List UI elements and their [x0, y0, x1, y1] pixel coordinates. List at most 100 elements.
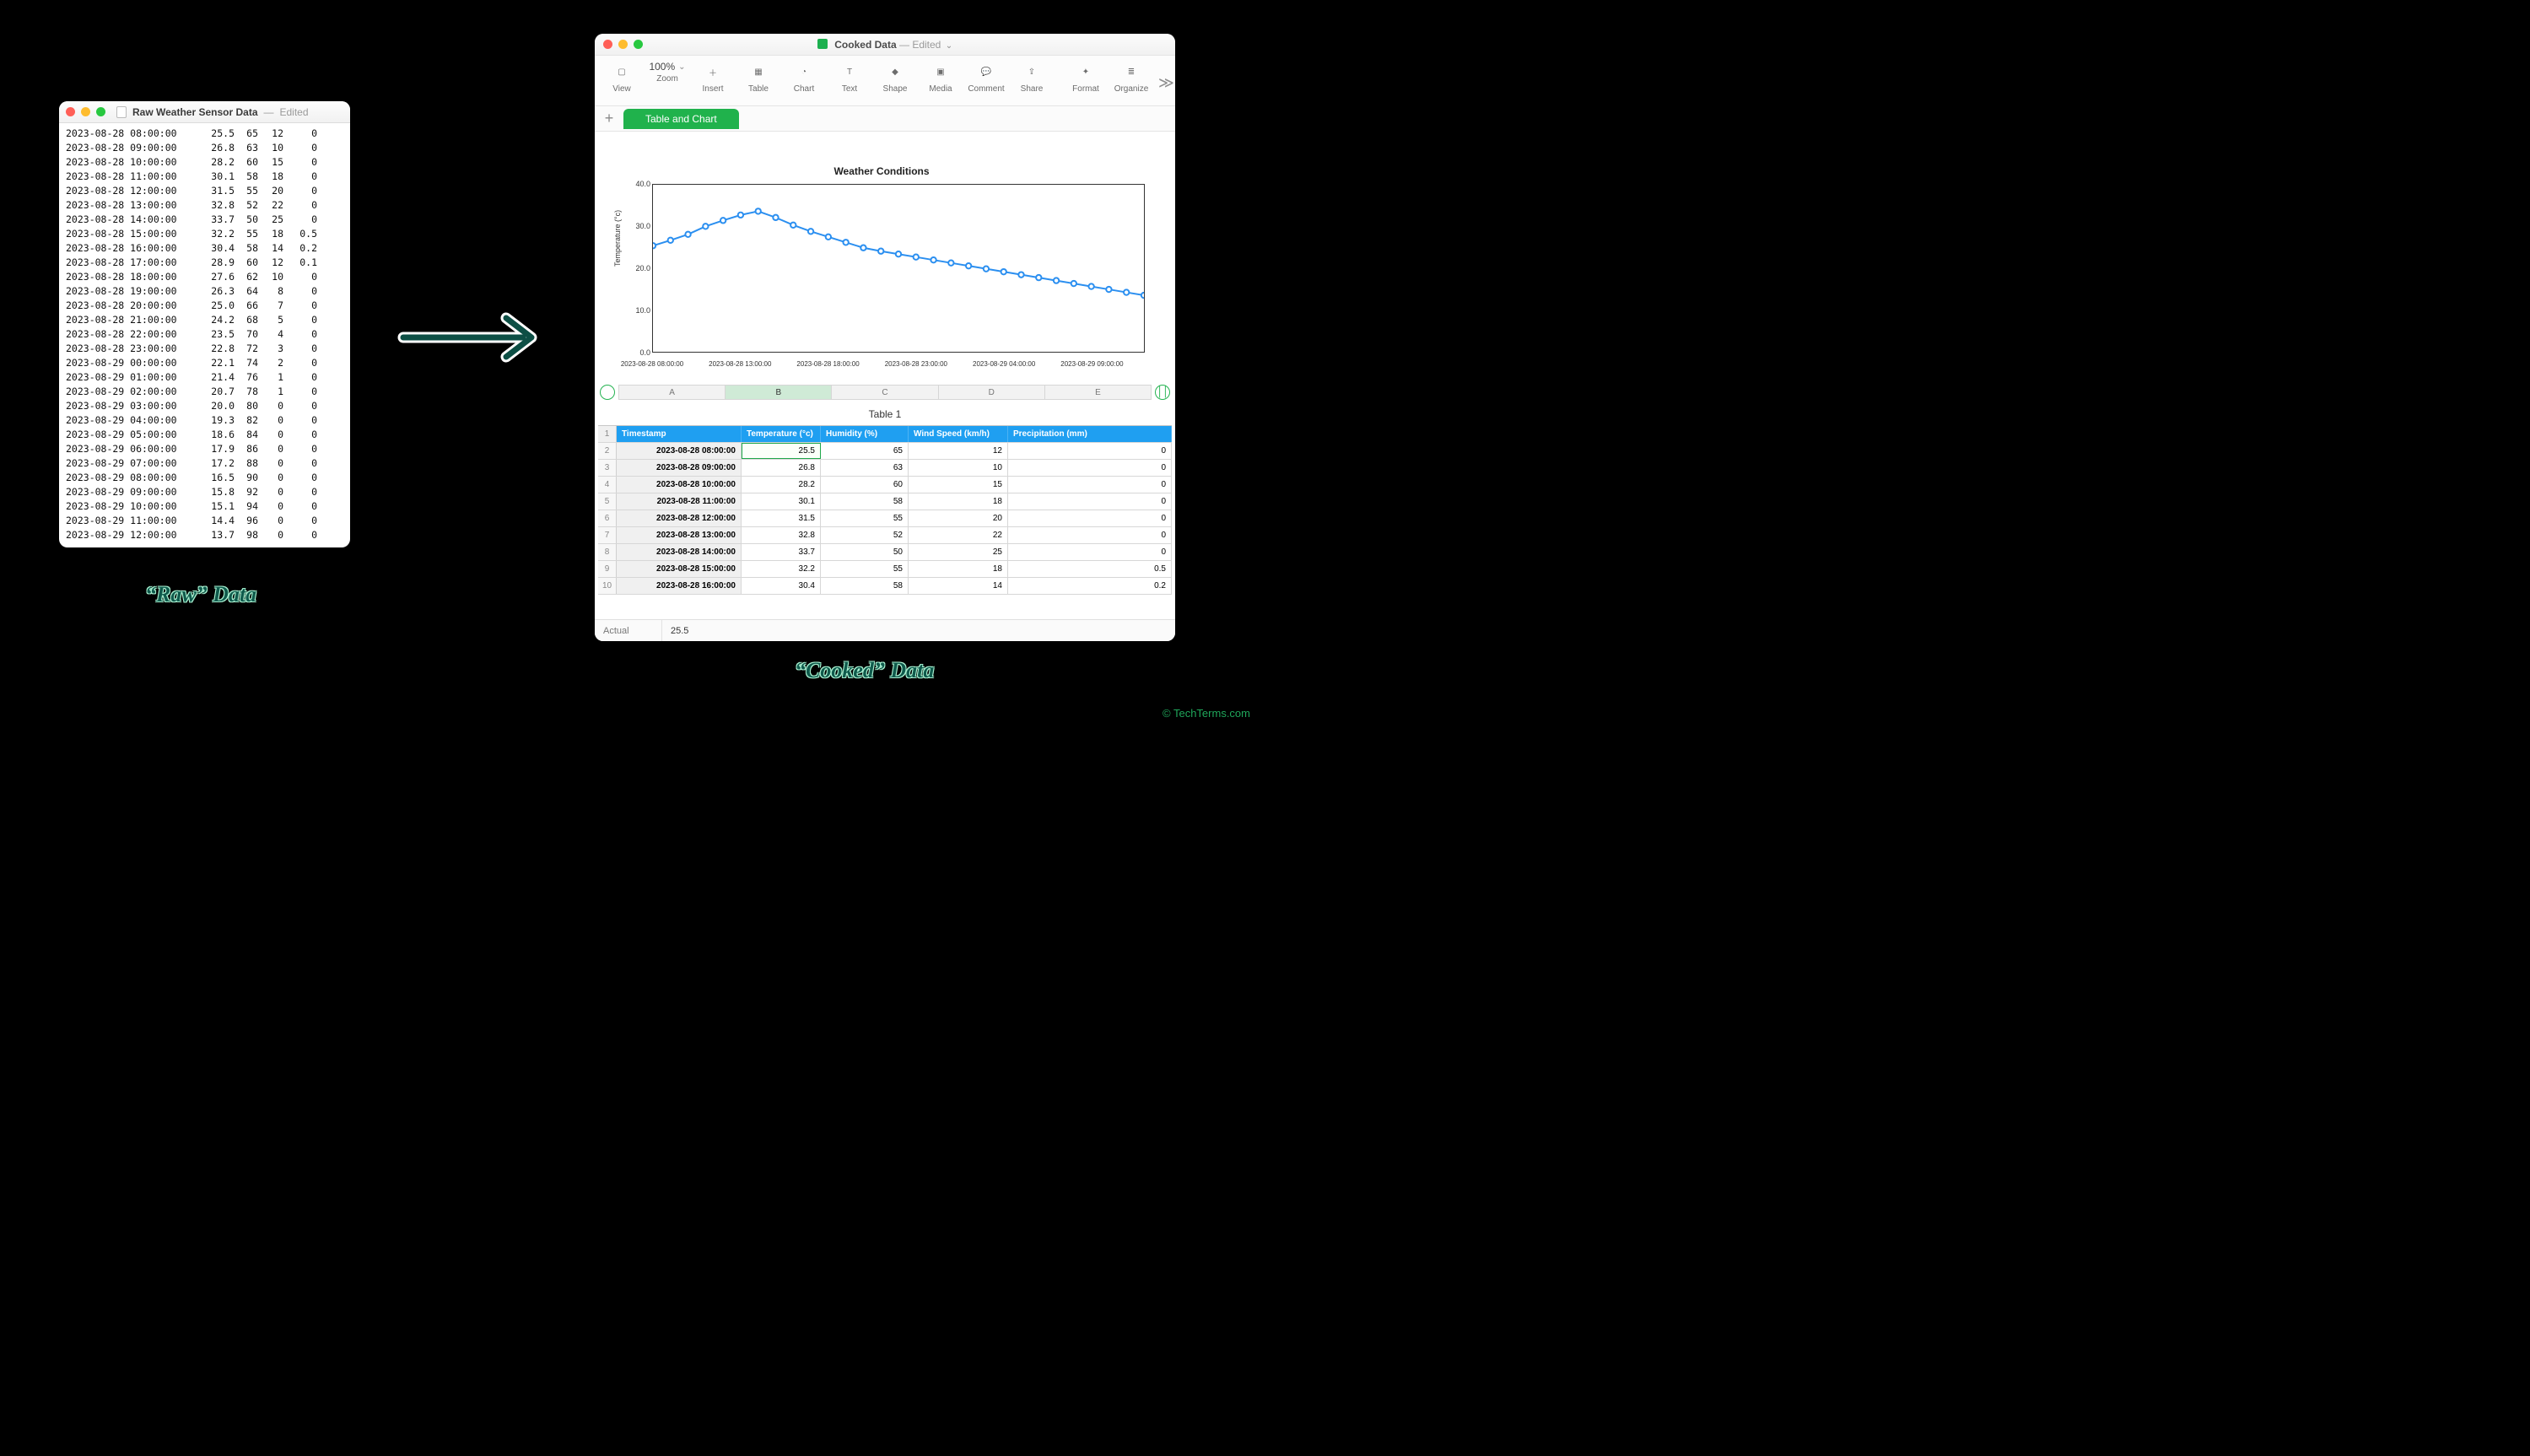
- raw-text-line: 2023-08-29 02:00:0020.77810: [66, 385, 343, 399]
- media-icon: ▣: [930, 61, 952, 83]
- chart-ytick: 0.0: [639, 348, 650, 357]
- raw-text-line: 2023-08-28 15:00:0032.255180.5: [66, 227, 343, 241]
- raw-text-line: 2023-08-28 09:00:0026.863100: [66, 141, 343, 155]
- share-icon: ⇪: [1021, 61, 1043, 83]
- spreadsheet[interactable]: ׀׀ ABCDE Table 1 1TimestampTemperature (…: [595, 385, 1175, 616]
- table-row[interactable]: 32023-08-28 09:00:0026.863100: [598, 460, 1172, 477]
- sheet-tab[interactable]: Table and Chart: [623, 109, 739, 129]
- table-row[interactable]: 102023-08-28 16:00:0030.458140.2: [598, 578, 1172, 595]
- raw-text-line: 2023-08-28 18:00:0027.662100: [66, 270, 343, 284]
- table-row[interactable]: 72023-08-28 13:00:0032.852220: [598, 527, 1172, 544]
- toolbar-share-button[interactable]: ⇪Share: [1013, 61, 1050, 94]
- raw-text-line: 2023-08-28 12:00:0031.555200: [66, 184, 343, 198]
- chart-icon: ◔: [793, 61, 815, 83]
- table-row[interactable]: 62023-08-28 12:00:0031.555200: [598, 510, 1172, 527]
- arrow-icon: [396, 308, 553, 367]
- chart-ytick: 20.0: [635, 264, 650, 272]
- chart-xtick: 2023-08-29 09:00:00: [1060, 360, 1123, 368]
- toolbar-comment-button[interactable]: 💬Comment: [968, 61, 1005, 94]
- add-sheet-button[interactable]: +: [601, 110, 617, 127]
- raw-text-line: 2023-08-29 09:00:0015.89200: [66, 485, 343, 499]
- cooked-data-label: “Cooked” Data: [795, 658, 934, 683]
- organize-icon: ≣: [1120, 61, 1142, 83]
- toolbar-shape-button[interactable]: ◆Shape: [877, 61, 914, 94]
- raw-text-line: 2023-08-28 08:00:0025.565120: [66, 127, 343, 141]
- table-title: Table 1: [595, 408, 1175, 420]
- raw-edited-status: Edited: [280, 106, 309, 118]
- raw-text-line: 2023-08-28 21:00:0024.26850: [66, 313, 343, 327]
- zoom-icon[interactable]: [96, 107, 105, 116]
- column-header[interactable]: C: [832, 386, 938, 399]
- raw-text-line: 2023-08-29 10:00:0015.19400: [66, 499, 343, 514]
- comment-icon: 💬: [975, 61, 997, 83]
- raw-text-line: 2023-08-29 05:00:0018.68400: [66, 428, 343, 442]
- raw-text-line: 2023-08-29 00:00:0022.17420: [66, 356, 343, 370]
- raw-text-line: 2023-08-28 11:00:0030.158180: [66, 170, 343, 184]
- chevron-down-icon: ⌄: [678, 62, 685, 72]
- chart[interactable]: Weather Conditions Temperature (°c) 0.01…: [612, 165, 1152, 376]
- toolbar-chart-button[interactable]: ◔Chart: [785, 61, 823, 94]
- toolbar-format-button[interactable]: ✦Format: [1067, 61, 1104, 94]
- toolbar-text-button[interactable]: TText: [831, 61, 868, 94]
- canvas[interactable]: Weather Conditions Temperature (°c) 0.01…: [595, 132, 1175, 641]
- raw-text-line: 2023-08-28 22:00:0023.57040: [66, 327, 343, 342]
- formula-bar[interactable]: Actual 25.5: [595, 619, 1175, 641]
- raw-titlebar[interactable]: Raw Weather Sensor Data — Edited: [59, 101, 350, 123]
- cooked-titlebar[interactable]: Cooked Data — Edited ⌄: [595, 34, 1175, 56]
- minimize-icon[interactable]: [81, 107, 90, 116]
- toolbar-insert-button[interactable]: ＋Insert: [694, 61, 731, 94]
- toolbar-more-button[interactable]: ≫: [1158, 74, 1175, 92]
- cooked-data-window: Cooked Data — Edited ⌄ ▢View 100%⌄Zoom ＋In…: [595, 34, 1175, 641]
- column-header[interactable]: B: [726, 386, 832, 399]
- toolbar-table-button[interactable]: ▦Table: [740, 61, 777, 94]
- chart-ytick: 30.0: [635, 222, 650, 230]
- raw-text-line: 2023-08-28 13:00:0032.852220: [66, 198, 343, 213]
- col-handle-icon[interactable]: ׀׀: [1155, 385, 1170, 400]
- toolbar: ▢View 100%⌄Zoom ＋Insert ▦Table◔ChartTText ◆S…: [595, 56, 1175, 106]
- toolbar-zoom-button[interactable]: 100%⌄Zoom: [649, 61, 686, 84]
- chart-xtick: 2023-08-28 08:00:00: [621, 360, 683, 368]
- table-row[interactable]: 22023-08-28 08:00:0025.565120: [598, 443, 1172, 460]
- toolbar-organize-button[interactable]: ≣Organize: [1113, 61, 1150, 94]
- table-row[interactable]: 42023-08-28 10:00:0028.260150: [598, 477, 1172, 493]
- raw-text-line: 2023-08-28 23:00:0022.87230: [66, 342, 343, 356]
- chart-xtick: 2023-08-29 04:00:00: [973, 360, 1035, 368]
- raw-text-line: 2023-08-29 06:00:0017.98600: [66, 442, 343, 456]
- view-icon: ▢: [611, 61, 633, 83]
- cooked-window-title: Cooked Data: [834, 39, 896, 51]
- table-icon: ▦: [747, 61, 769, 83]
- column-header[interactable]: D: [939, 386, 1045, 399]
- raw-text-line: 2023-08-28 16:00:0030.458140.2: [66, 241, 343, 256]
- table-row[interactable]: 92023-08-28 15:00:0032.255180.5: [598, 561, 1172, 578]
- credit-text: © TechTerms.com: [1163, 707, 1250, 720]
- table-grid[interactable]: 1TimestampTemperature (°c)Humidity (%)Wi…: [598, 425, 1172, 595]
- raw-data-window: Raw Weather Sensor Data — Edited 2023-08…: [59, 101, 350, 547]
- chevron-down-icon[interactable]: ⌄: [946, 41, 952, 51]
- raw-text-line: 2023-08-29 03:00:0020.08000: [66, 399, 343, 413]
- chart-title: Weather Conditions: [612, 165, 1152, 177]
- close-icon[interactable]: [66, 107, 75, 116]
- raw-text-line: 2023-08-29 08:00:0016.59000: [66, 471, 343, 485]
- table-row[interactable]: 82023-08-28 14:00:0033.750250: [598, 544, 1172, 561]
- chart-xtick: 2023-08-28 23:00:00: [885, 360, 947, 368]
- table-row[interactable]: 52023-08-28 11:00:0030.158180: [598, 493, 1172, 510]
- sheet-tabs-bar: + Table and Chart: [595, 106, 1175, 132]
- document-icon: [116, 106, 127, 118]
- chart-ytick: 40.0: [635, 180, 650, 188]
- column-header[interactable]: A: [619, 386, 726, 399]
- column-header[interactable]: E: [1045, 386, 1151, 399]
- chart-ytick: 10.0: [635, 306, 650, 315]
- toolbar-media-button[interactable]: ▣Media: [922, 61, 959, 94]
- column-headers[interactable]: ABCDE: [618, 385, 1152, 400]
- raw-text-line: 2023-08-28 20:00:0025.06670: [66, 299, 343, 313]
- raw-text-line: 2023-08-28 10:00:0028.260150: [66, 155, 343, 170]
- toolbar-view-button[interactable]: ▢View: [603, 61, 640, 94]
- numbers-doc-icon: [817, 39, 828, 49]
- row-handle-icon[interactable]: [600, 385, 615, 400]
- raw-text-line: 2023-08-29 01:00:0021.47610: [66, 370, 343, 385]
- text-icon: T: [839, 61, 860, 83]
- raw-text-content[interactable]: 2023-08-28 08:00:0025.5651202023-08-28 0…: [59, 123, 350, 547]
- raw-text-line: 2023-08-29 07:00:0017.28800: [66, 456, 343, 471]
- raw-text-line: 2023-08-29 12:00:0013.79800: [66, 528, 343, 542]
- raw-text-line: 2023-08-28 19:00:0026.36480: [66, 284, 343, 299]
